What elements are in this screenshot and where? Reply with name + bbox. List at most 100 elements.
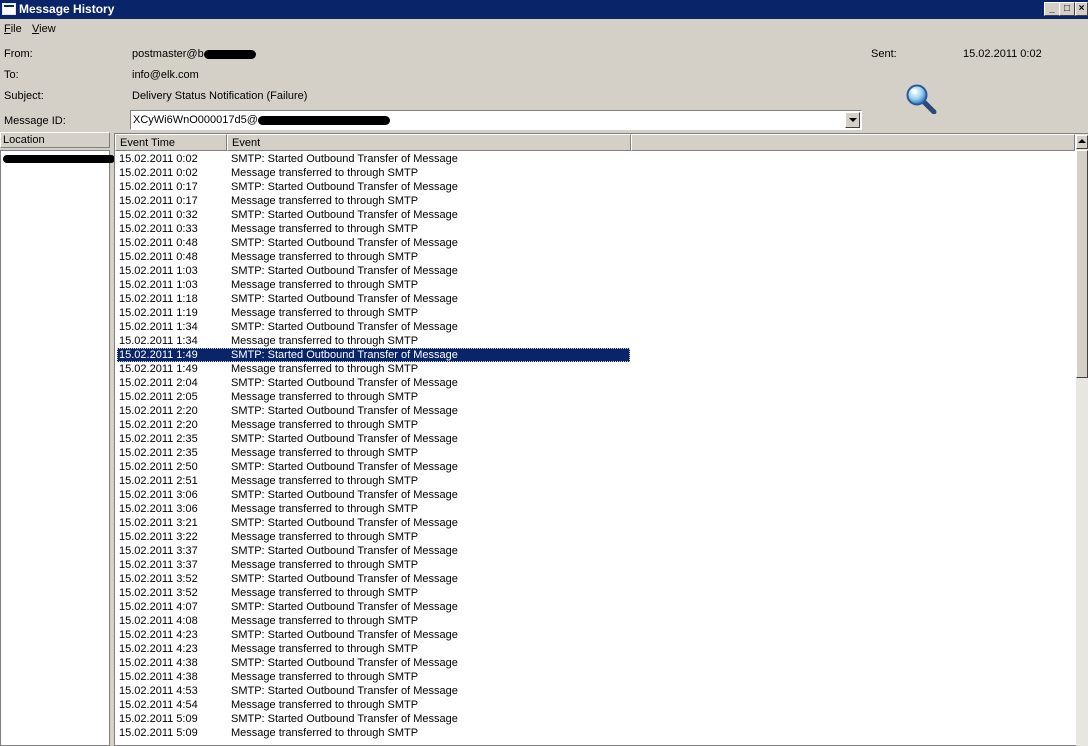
event-cell: Message transferred to through SMTP bbox=[231, 447, 419, 459]
scroll-up-button[interactable] bbox=[1076, 135, 1088, 149]
list-header: Event Time Event bbox=[115, 134, 1075, 151]
event-time-cell: 15.02.2011 1:49 bbox=[119, 363, 198, 375]
table-row[interactable]: 15.02.2011 2:20 Message transferred to th… bbox=[115, 418, 1075, 432]
event-time-cell: 15.02.2011 0:17 bbox=[119, 181, 198, 193]
table-row[interactable]: 15.02.2011 4:23 SMTP: Started Outbound Tr… bbox=[115, 628, 1075, 642]
table-row[interactable]: 15.02.2011 0:02 Message transferred to th… bbox=[115, 166, 1075, 180]
menu-file-label: ile bbox=[10, 23, 22, 35]
table-row[interactable]: 15.02.2011 2:05 Message transferred to th… bbox=[115, 390, 1075, 404]
table-row[interactable]: 15.02.2011 5:09 Message transferred to th… bbox=[115, 726, 1075, 740]
to-value: info@elk.com bbox=[132, 69, 199, 81]
event-cell: SMTP: Started Outbound Transfer of Messa… bbox=[231, 629, 458, 641]
messageid-combobox[interactable]: XCyWi6WnO000017d5@ bbox=[130, 110, 862, 130]
event-cell: Message transferred to through SMTP bbox=[231, 251, 419, 263]
table-row[interactable]: 15.02.2011 3:52 SMTP: Started Outbound Tr… bbox=[115, 572, 1075, 586]
table-row[interactable]: 15.02.2011 0:17 SMTP: Started Outbound Tr… bbox=[115, 180, 1075, 194]
table-row[interactable]: 15.02.2011 3:06 SMTP: Started Outbound Tr… bbox=[115, 488, 1075, 502]
event-cell: SMTP: Started Outbound Transfer of Messa… bbox=[231, 265, 458, 277]
redaction-mark bbox=[3, 155, 115, 163]
table-row[interactable]: 15.02.2011 3:37 SMTP: Started Outbound Tr… bbox=[115, 544, 1075, 558]
event-time-cell: 15.02.2011 2:04 bbox=[119, 377, 198, 389]
event-time-cell: 15.02.2011 4:23 bbox=[119, 643, 198, 655]
event-cell: SMTP: Started Outbound Transfer of Messa… bbox=[231, 545, 458, 557]
column-event[interactable]: Event bbox=[227, 134, 631, 151]
event-time-cell: 15.02.2011 4:08 bbox=[119, 615, 198, 627]
table-row[interactable]: 15.02.2011 4:53 SMTP: Started Outbound Tr… bbox=[115, 684, 1075, 698]
table-row[interactable]: 15.02.2011 2:35 Message transferred to th… bbox=[115, 446, 1075, 460]
event-cell: SMTP: Started Outbound Transfer of Messa… bbox=[231, 321, 458, 333]
event-time-cell: 15.02.2011 0:32 bbox=[119, 209, 198, 221]
event-time-cell: 15.02.2011 4:53 bbox=[119, 685, 198, 697]
event-cell: SMTP: Started Outbound Transfer of Messa… bbox=[231, 153, 458, 165]
vertical-scrollbar[interactable] bbox=[1076, 134, 1088, 746]
minimize-button[interactable]: _ bbox=[1044, 2, 1060, 16]
table-row[interactable]: 15.02.2011 1:49 SMTP: Started Outbound Tr… bbox=[115, 348, 1075, 362]
table-row[interactable]: 15.02.2011 1:34 Message transferred to th… bbox=[115, 334, 1075, 348]
close-button[interactable]: × bbox=[1075, 2, 1088, 16]
event-cell: Message transferred to through SMTP bbox=[231, 223, 419, 235]
event-cell: SMTP: Started Outbound Transfer of Messa… bbox=[231, 405, 458, 417]
event-time-cell: 15.02.2011 3:06 bbox=[119, 503, 198, 515]
event-cell: SMTP: Started Outbound Transfer of Messa… bbox=[231, 461, 458, 473]
event-time-cell: 15.02.2011 3:37 bbox=[119, 559, 198, 571]
table-row[interactable]: 15.02.2011 1:49 Message transferred to th… bbox=[115, 362, 1075, 376]
title-bar: Message History _ □ × bbox=[0, 0, 1088, 19]
table-row[interactable]: 15.02.2011 1:19 Message transferred to th… bbox=[115, 306, 1075, 320]
table-row[interactable]: 15.02.2011 2:51 Message transferred to th… bbox=[115, 474, 1075, 488]
table-row[interactable]: 15.02.2011 3:52 Message transferred to th… bbox=[115, 586, 1075, 600]
event-cell: SMTP: Started Outbound Transfer of Messa… bbox=[231, 349, 458, 361]
scroll-thumb[interactable] bbox=[1076, 150, 1088, 378]
table-row[interactable]: 15.02.2011 2:20 SMTP: Started Outbound Tr… bbox=[115, 404, 1075, 418]
table-row[interactable]: 15.02.2011 0:33 Message transferred to th… bbox=[115, 222, 1075, 236]
event-time-cell: 15.02.2011 0:02 bbox=[119, 153, 198, 165]
table-row[interactable]: 15.02.2011 0:32 SMTP: Started Outbound Tr… bbox=[115, 208, 1075, 222]
table-row[interactable]: 15.02.2011 1:03 SMTP: Started Outbound Tr… bbox=[115, 264, 1075, 278]
event-time-cell: 15.02.2011 3:52 bbox=[119, 573, 198, 585]
table-row[interactable]: 15.02.2011 0:02 SMTP: Started Outbound Tr… bbox=[115, 152, 1075, 166]
event-cell: Message transferred to through SMTP bbox=[231, 307, 419, 319]
table-row[interactable]: 15.02.2011 3:21 SMTP: Started Outbound Tr… bbox=[115, 516, 1075, 530]
table-row[interactable]: 15.02.2011 4:38 Message transferred to th… bbox=[115, 670, 1075, 684]
from-text: postmaster@b bbox=[132, 48, 204, 60]
dropdown-arrow-icon[interactable] bbox=[845, 112, 860, 128]
table-row[interactable]: 15.02.2011 2:04 SMTP: Started Outbound Tr… bbox=[115, 376, 1075, 390]
location-panel[interactable] bbox=[0, 150, 115, 746]
event-time-cell: 15.02.2011 0:17 bbox=[119, 195, 198, 207]
table-row[interactable]: 15.02.2011 1:03 Message transferred to th… bbox=[115, 278, 1075, 292]
subject-value: Delivery Status Notification (Failure) bbox=[132, 90, 308, 102]
from-value: postmaster@b bbox=[132, 48, 256, 60]
event-cell: Message transferred to through SMTP bbox=[231, 559, 419, 571]
window-icon bbox=[2, 3, 16, 15]
menu-file[interactable]: File bbox=[4, 23, 22, 35]
event-time-cell: 15.02.2011 4:54 bbox=[119, 699, 198, 711]
table-row[interactable]: 15.02.2011 4:38 SMTP: Started Outbound Tr… bbox=[115, 656, 1075, 670]
table-row[interactable]: 15.02.2011 2:50 SMTP: Started Outbound Tr… bbox=[115, 460, 1075, 474]
table-row[interactable]: 15.02.2011 1:18 SMTP: Started Outbound Tr… bbox=[115, 292, 1075, 306]
event-time-cell: 15.02.2011 2:20 bbox=[119, 419, 198, 431]
event-cell: Message transferred to through SMTP bbox=[231, 615, 419, 627]
table-row[interactable]: 15.02.2011 5:09 SMTP: Started Outbound Tr… bbox=[115, 712, 1075, 726]
table-row[interactable]: 15.02.2011 0:17 Message transferred to th… bbox=[115, 194, 1075, 208]
table-row[interactable]: 15.02.2011 3:06 Message transferred to th… bbox=[115, 502, 1075, 516]
magnifier-icon[interactable] bbox=[905, 84, 937, 114]
table-row[interactable]: 15.02.2011 3:22 Message transferred to th… bbox=[115, 530, 1075, 544]
table-row[interactable]: 15.02.2011 0:48 Message transferred to th… bbox=[115, 250, 1075, 264]
table-row[interactable]: 15.02.2011 4:08 Message transferred to th… bbox=[115, 614, 1075, 628]
table-row[interactable]: 15.02.2011 3:37 Message transferred to th… bbox=[115, 558, 1075, 572]
event-time-cell: 15.02.2011 1:03 bbox=[119, 265, 198, 277]
table-row[interactable]: 15.02.2011 2:35 SMTP: Started Outbound Tr… bbox=[115, 432, 1075, 446]
column-event-time[interactable]: Event Time bbox=[115, 134, 227, 151]
location-header[interactable]: Location bbox=[0, 132, 110, 148]
event-cell: Message transferred to through SMTP bbox=[231, 419, 419, 431]
table-row[interactable]: 15.02.2011 4:23 Message transferred to th… bbox=[115, 642, 1075, 656]
event-list[interactable]: Event Time Event 15.02.2011 0:02 SMTP: St… bbox=[114, 133, 1088, 746]
event-cell: SMTP: Started Outbound Transfer of Messa… bbox=[231, 181, 458, 193]
table-row[interactable]: 15.02.2011 1:34 SMTP: Started Outbound Tr… bbox=[115, 320, 1075, 334]
event-cell: SMTP: Started Outbound Transfer of Messa… bbox=[231, 293, 458, 305]
table-row[interactable]: 15.02.2011 4:07 SMTP: Started Outbound Tr… bbox=[115, 600, 1075, 614]
table-row[interactable]: 15.02.2011 0:48 SMTP: Started Outbound Tr… bbox=[115, 236, 1075, 250]
event-time-cell: 15.02.2011 3:22 bbox=[119, 531, 198, 543]
menu-view[interactable]: View bbox=[32, 23, 56, 35]
table-row[interactable]: 15.02.2011 4:54 Message transferred to th… bbox=[115, 698, 1075, 712]
maximize-button[interactable]: □ bbox=[1059, 2, 1075, 16]
